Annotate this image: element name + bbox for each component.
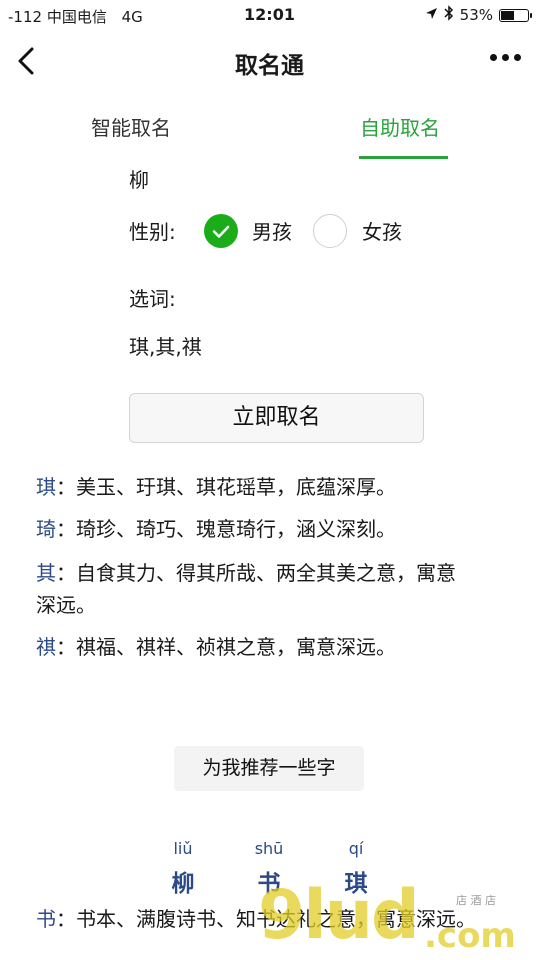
meaning-text: 书本、满腹诗书、知书达礼之意，寓意深远。 bbox=[76, 907, 476, 931]
meaning-separator: ： bbox=[56, 635, 76, 659]
tab-smart-naming[interactable]: 智能取名 bbox=[91, 112, 171, 141]
battery-icon bbox=[499, 8, 532, 22]
meaning-item: 琪：美玉、玗琪、琪花瑶草，底蕴深厚。 bbox=[36, 471, 506, 503]
more-dot-icon bbox=[502, 54, 509, 61]
nav-bar: 取名通 bbox=[0, 32, 539, 90]
generate-name-button[interactable]: 立即取名 bbox=[129, 393, 424, 443]
meaning-char: 琪 bbox=[36, 475, 56, 499]
meaning-text: 美玉、玗琪、琪花瑶草，底蕴深厚。 bbox=[76, 475, 396, 499]
tab-self-naming[interactable]: 自助取名 bbox=[360, 112, 440, 141]
gender-boy-label[interactable]: 男孩 bbox=[252, 216, 292, 245]
meaning-item: 琦：琦珍、琦巧、瑰意琦行，涵义深刻。 bbox=[36, 513, 506, 545]
gender-girl-label[interactable]: 女孩 bbox=[362, 216, 402, 245]
battery-percent: 53% bbox=[459, 6, 493, 24]
words-value[interactable]: 琪,其,祺 bbox=[129, 331, 202, 360]
surname-value: 柳 bbox=[129, 168, 149, 192]
pinyin-1: liǔ bbox=[173, 839, 193, 858]
meaning-char: 其 bbox=[36, 561, 56, 585]
meaning-separator: ： bbox=[56, 907, 76, 931]
meaning-item: 其：自食其力、得其所哉、两全其美之意，寓意深远。 bbox=[36, 557, 456, 621]
more-menu-button[interactable] bbox=[490, 54, 521, 61]
meaning-text: 琦珍、琦巧、瑰意琦行，涵义深刻。 bbox=[76, 517, 396, 541]
status-right: 53% bbox=[425, 5, 532, 25]
status-bar: -112 中国电信 4G 12:01 53% bbox=[0, 0, 539, 32]
more-dot-icon bbox=[490, 54, 497, 61]
hanzi-1: 柳 bbox=[171, 871, 195, 897]
meaning-separator: ： bbox=[56, 475, 76, 499]
meaning-text: 自食其力、得其所哉、两全其美之意，寓意深远。 bbox=[36, 561, 456, 617]
location-icon bbox=[425, 6, 438, 24]
result-meaning: 书：书本、满腹诗书、知书达礼之意，寓意深远。 bbox=[36, 903, 506, 935]
meaning-text: 祺福、祺祥、祯祺之意，寓意深远。 bbox=[76, 635, 396, 659]
meaning-separator: ： bbox=[56, 561, 76, 585]
pinyin-2: shū bbox=[254, 839, 284, 858]
hanzi-2: 书 bbox=[257, 871, 281, 897]
pinyin-3: qí bbox=[348, 839, 364, 858]
meaning-char: 祺 bbox=[36, 635, 56, 659]
hanzi-3: 琪 bbox=[344, 871, 368, 897]
gender-girl-radio[interactable] bbox=[313, 214, 347, 248]
gender-boy-radio[interactable] bbox=[204, 214, 238, 248]
active-tab-indicator bbox=[359, 156, 448, 159]
meaning-separator: ： bbox=[56, 517, 76, 541]
bluetooth-icon bbox=[444, 5, 454, 25]
recommend-chars-button[interactable]: 为我推荐一些字 bbox=[174, 746, 364, 791]
meaning-item: 祺：祺福、祺祥、祯祺之意，寓意深远。 bbox=[36, 631, 506, 663]
gender-label: 性别: bbox=[129, 220, 176, 244]
meaning-char: 琦 bbox=[36, 517, 56, 541]
meaning-char: 书 bbox=[36, 907, 56, 931]
check-icon bbox=[212, 225, 230, 238]
more-dot-icon bbox=[514, 54, 521, 61]
page-title: 取名通 bbox=[235, 53, 304, 79]
words-label: 选词: bbox=[129, 287, 176, 311]
